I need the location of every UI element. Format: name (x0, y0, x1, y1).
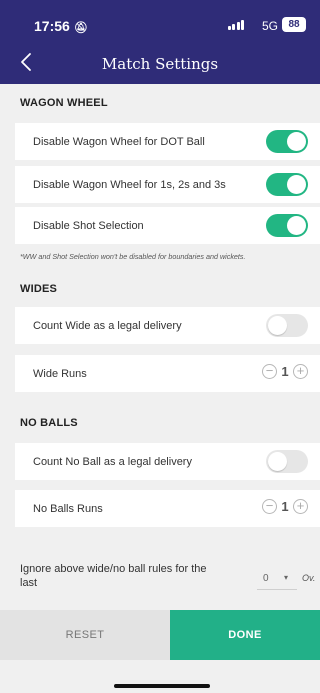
toggle-disable-shot-selection[interactable] (266, 214, 308, 237)
done-button[interactable]: DONE (170, 610, 320, 660)
ignore-overs-unit: Ov. (302, 573, 316, 583)
wagon-wheel-note: *WW and Shot Selection won't be disabled… (20, 252, 246, 261)
footer-actions: RESET DONE (0, 610, 320, 660)
setting-label: Disable Wagon Wheel for DOT Ball (33, 135, 205, 148)
ignore-rules-label: Ignore above wide/no ball rules for the … (20, 563, 207, 589)
toggle-knob (287, 175, 306, 194)
toggle-knob (287, 132, 306, 151)
signal-icon (227, 20, 244, 30)
section-title-no-balls: NO BALLS (20, 417, 78, 429)
status-time: 17:56 🔕︎ (34, 18, 88, 34)
time-text: 17:56 (34, 18, 70, 34)
setting-label: Count Wide as a legal delivery (33, 319, 182, 332)
minus-icon[interactable]: − (262, 364, 277, 379)
setting-row-no-ball-legal: Count No Ball as a legal delivery (15, 443, 320, 480)
toggle-no-ball-legal[interactable] (266, 450, 308, 473)
toggle-disable-ww-singles[interactable] (266, 173, 308, 196)
toggle-knob (268, 316, 287, 335)
plus-icon[interactable]: + (293, 499, 308, 514)
caret-down-icon: ▾ (284, 573, 289, 582)
setting-row-disable-ww-singles: Disable Wagon Wheel for 1s, 2s and 3s (15, 166, 320, 203)
wide-runs-value: 1 (281, 364, 289, 379)
ignore-overs-value: 0 (263, 573, 269, 584)
toggle-knob (268, 452, 287, 471)
network-type: 5G (261, 19, 278, 33)
toggle-knob (287, 216, 306, 235)
setting-row-wide-runs: Wide Runs − 1 + (15, 355, 320, 392)
battery-icon: 88 (282, 17, 306, 32)
app-header: 17:56 🔕︎ 5G 88 Match Settings (0, 0, 320, 84)
setting-label: No Balls Runs (33, 502, 103, 515)
toggle-disable-ww-dot-ball[interactable] (266, 130, 308, 153)
section-title-wides: WIDES (20, 283, 58, 295)
setting-label: Disable Shot Selection (33, 219, 144, 232)
setting-row-disable-ww-dot-ball: Disable Wagon Wheel for DOT Ball (15, 123, 320, 160)
minus-icon[interactable]: − (262, 499, 277, 514)
page-title: Match Settings (101, 55, 219, 73)
wide-runs-stepper: − 1 + (262, 364, 308, 379)
no-ball-runs-stepper: − 1 + (262, 499, 308, 514)
setting-row-no-ball-runs: No Balls Runs − 1 + (15, 490, 320, 527)
setting-row-wide-legal: Count Wide as a legal delivery (15, 307, 320, 344)
setting-row-disable-shot-selection: Disable Shot Selection (15, 207, 320, 244)
reset-button[interactable]: RESET (0, 610, 170, 660)
plus-icon[interactable]: + (293, 364, 308, 379)
no-ball-runs-value: 1 (281, 499, 289, 514)
status-bar: 17:56 🔕︎ 5G 88 (0, 0, 320, 44)
home-indicator[interactable] (114, 684, 210, 688)
section-title-wagon-wheel: WAGON WHEEL (20, 97, 108, 109)
ignore-overs-select[interactable]: 0 ▾ (257, 572, 297, 590)
toggle-wide-legal[interactable] (266, 314, 308, 337)
setting-label: Disable Wagon Wheel for 1s, 2s and 3s (33, 178, 226, 191)
setting-label: Count No Ball as a legal delivery (33, 455, 192, 468)
bell-slash-icon: 🔕︎ (73, 22, 88, 34)
setting-label: Wide Runs (33, 367, 87, 380)
